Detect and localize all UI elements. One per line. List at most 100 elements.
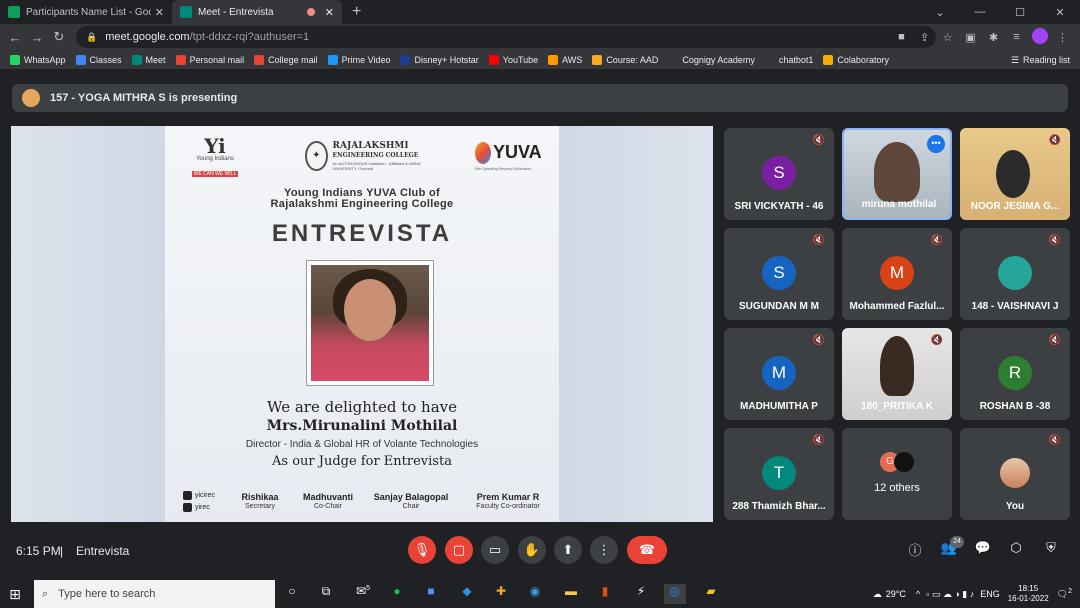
tray-chevron-icon[interactable]: ^ <box>916 589 920 599</box>
participant-tile[interactable]: M 🔇 Mohammed Fazlul... <box>842 228 952 320</box>
bookmark-item[interactable]: Colaboratory <box>823 54 889 65</box>
edge-icon[interactable]: ◉ <box>524 584 546 604</box>
participant-count-badge: 24 <box>950 536 964 548</box>
bookmark-label: Classes <box>89 54 122 65</box>
camera-off-button[interactable]: ▢ <box>445 536 473 564</box>
present-button[interactable]: ⬆ <box>554 536 582 564</box>
bookmark-item[interactable]: Prime Video <box>327 54 390 65</box>
bookmark-item[interactable]: chatbot1 <box>764 54 813 65</box>
participant-tile[interactable]: G 12 others <box>842 428 952 520</box>
back-icon[interactable]: ← <box>4 30 26 45</box>
close-tab-icon[interactable]: ✕ <box>155 6 164 19</box>
signatory-role: Secretary <box>245 503 275 510</box>
camera-icon[interactable]: ■ <box>890 31 913 43</box>
bookmark-item[interactable]: Cognigy Academy <box>668 54 755 65</box>
chrome-icon[interactable]: ◎ <box>664 584 686 604</box>
meeting-info-icon[interactable]: ⓘ <box>904 540 926 562</box>
language-indicator[interactable]: ENG <box>980 589 1000 599</box>
end-call-button[interactable]: ☎ <box>627 536 667 564</box>
lock-icon[interactable]: 🔒 <box>86 32 97 43</box>
reload-icon[interactable]: ↻ <box>48 29 70 45</box>
signatory: Rishikaa Secretary <box>237 492 283 512</box>
share-icon[interactable]: ⇪ <box>913 31 936 44</box>
raise-hand-button[interactable]: ✋ <box>518 536 546 564</box>
bookmark-item[interactable]: Meet <box>131 54 166 65</box>
vscode-icon[interactable]: ◆ <box>456 584 478 604</box>
app-icon[interactable]: ⚡ <box>630 584 652 604</box>
tab-meet-entrevista[interactable]: Meet - Entrevista ✕ <box>172 0 342 24</box>
bookmark-item[interactable]: Course: AAD <box>592 54 659 65</box>
captions-button[interactable]: ▭ <box>481 536 509 564</box>
tab-search-icon[interactable]: ⌄ <box>920 6 960 19</box>
notification-icon[interactable]: 🗨2 <box>1057 588 1072 600</box>
bookmark-label: WhatsApp <box>24 54 66 65</box>
bookmark-item[interactable]: Disney+ Hotstar <box>400 54 479 65</box>
chat-icon[interactable]: 💬 <box>972 540 994 562</box>
participant-tile[interactable]: ••• miruna mothilal <box>842 128 952 220</box>
extensions-puzzle-icon[interactable]: ✱ <box>982 31 1005 44</box>
activities-icon[interactable]: ⬡ <box>1005 540 1027 562</box>
close-window-icon[interactable]: ✕ <box>1040 6 1080 19</box>
weather-temp[interactable]: 29°C <box>886 589 906 599</box>
participant-avatar: S <box>762 156 796 190</box>
windows-start-icon[interactable]: ⊞ <box>0 586 30 603</box>
participant-tile[interactable]: T 🔇 288 Thamizh Bhar... <box>724 428 834 520</box>
mail-icon[interactable]: ✉5 <box>352 584 374 604</box>
bookmark-item[interactable]: WhatsApp <box>10 54 66 65</box>
participant-tile[interactable]: R 🔇 ROSHAN B -38 <box>960 328 1070 420</box>
spotify-icon[interactable]: ● <box>386 584 408 604</box>
tray-icons[interactable]: ▫ ▭ ☁ ◑ ▮ ♪ <box>926 589 974 600</box>
more-options-button[interactable]: ⋮ <box>590 536 618 564</box>
taskbar-clock[interactable]: 18:15 16-01-2022 <box>1008 584 1049 604</box>
minimize-icon[interactable]: — <box>960 6 1000 18</box>
host-controls-icon[interactable]: ⛨ <box>1040 540 1062 562</box>
extension-meet-icon[interactable]: ▣ <box>959 31 982 44</box>
participant-tile[interactable]: 🔇 180_PRITIKA K <box>842 328 952 420</box>
zoom-icon[interactable]: ■ <box>420 584 442 604</box>
close-tab-icon[interactable]: ✕ <box>325 6 334 19</box>
video-figure <box>880 336 914 396</box>
url-host: meet.google.com <box>105 31 190 43</box>
participant-tile[interactable]: 🔇 148 - VAISHNAVI J <box>960 228 1070 320</box>
bookmark-item[interactable]: College mail <box>254 54 318 65</box>
mic-off-button[interactable]: 🎙 <box>408 536 436 564</box>
forward-icon[interactable]: → <box>26 30 48 45</box>
taskbar-search-box[interactable]: ⌕ Type here to search <box>34 580 275 608</box>
cortana-icon[interactable]: ○ <box>281 584 303 604</box>
file-explorer-icon[interactable]: ▬ <box>560 584 582 604</box>
participant-tile[interactable]: S 🔇 SUGUNDAN M M <box>724 228 834 320</box>
bookmark-label: Course: AAD <box>606 54 659 65</box>
sticky-notes-icon[interactable]: ▰ <box>700 584 722 604</box>
slack-icon[interactable]: ✚ <box>490 584 512 604</box>
new-tab-button[interactable]: + <box>352 0 361 24</box>
weather-icon[interactable]: ☁ <box>873 589 882 600</box>
menu-kebab-icon[interactable]: ⋮ <box>1051 31 1074 44</box>
task-view-icon[interactable]: ⧉ <box>315 584 337 604</box>
maximize-icon[interactable]: ☐ <box>1000 6 1040 19</box>
reading-list-button[interactable]: ☰ Reading list <box>1011 50 1070 70</box>
bookmark-item[interactable]: Classes <box>75 54 122 65</box>
bookmark-favicon-icon <box>254 54 265 65</box>
tile-options-button[interactable]: ••• <box>927 135 945 153</box>
participant-tile[interactable]: 🔇 NOOR JESIMA G... <box>960 128 1070 220</box>
participant-tile[interactable]: M 🔇 MADHUMITHA P <box>724 328 834 420</box>
clock-time: 18:15 <box>1018 584 1039 593</box>
meeting-name: Entrevista <box>76 544 130 558</box>
signatory: Sanjay Balagopal Chair <box>369 492 453 512</box>
bookmark-item[interactable]: YouTube <box>488 54 538 65</box>
star-icon[interactable]: ☆ <box>936 31 959 44</box>
media-icon[interactable]: ≡ <box>1005 31 1028 43</box>
address-bar[interactable]: 🔒 meet.google.com /tpt-ddxz-rqi?authuser… <box>76 26 936 48</box>
bookmark-item[interactable]: Personal mail <box>175 54 244 65</box>
mic-muted-icon: 🔇 <box>1048 135 1062 146</box>
participant-tile[interactable]: 🔇 You <box>960 428 1070 520</box>
tab-participants-list[interactable]: Participants Name List - Google ✕ <box>0 0 172 24</box>
url-path: /tpt-ddxz-rqi?authuser=1 <box>189 31 310 43</box>
office-icon[interactable]: ▮ <box>594 584 616 604</box>
profile-avatar[interactable] <box>1028 27 1051 47</box>
judge-role: Director - India & Global HR of Volante … <box>245 439 479 450</box>
bookmark-item[interactable]: AWS <box>548 54 582 65</box>
participant-tile[interactable]: S 🔇 SRI VICKYATH - 46 <box>724 128 834 220</box>
presentation-stage[interactable]: Yi Young Indians WE CAN WE WILL ✦ RAJALA… <box>11 126 713 522</box>
bookmark-favicon-icon <box>131 54 142 65</box>
